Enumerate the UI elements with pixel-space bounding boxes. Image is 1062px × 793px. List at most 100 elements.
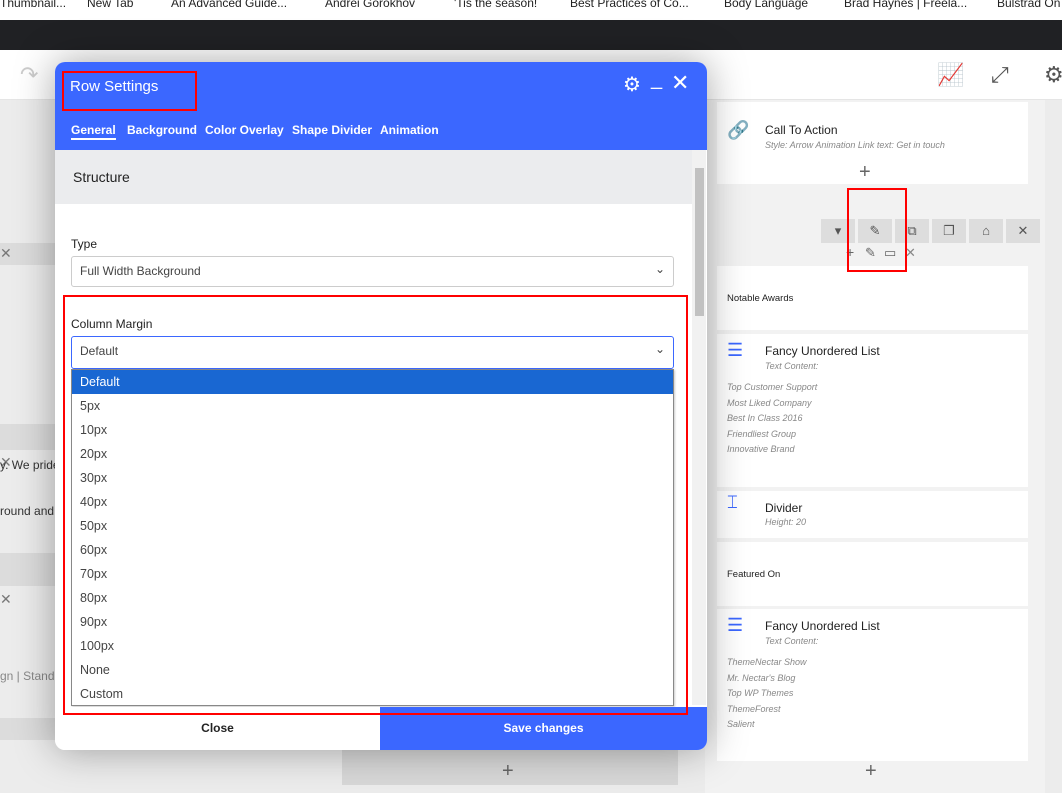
fullscreen-icon[interactable]: ⤢ [991, 62, 1009, 88]
list-items: ThemeNectar Show Mr. Nectar's Blog Top W… [727, 655, 807, 733]
section-header: Structure [55, 150, 692, 204]
edit-button[interactable]: ✎ [858, 219, 892, 243]
minimize-icon[interactable]: _ [651, 68, 662, 91]
add-icon[interactable]: + [502, 760, 514, 783]
presentation-icon[interactable]: 📈 [937, 62, 964, 88]
list-items: Top Customer Support Most Liked Company … [727, 380, 817, 458]
paste-button[interactable]: ⌂ [969, 219, 1003, 243]
save-changes-button[interactable]: Save changes [380, 707, 707, 750]
element-title: Fancy Unordered List [765, 344, 880, 358]
option-60px[interactable]: 60px [72, 538, 673, 562]
element-text[interactable]: Notable Awards [717, 266, 1028, 330]
option-none[interactable]: None [72, 658, 673, 682]
row-settings-modal: Row Settings ⚙ _ ✕ General Background Co… [55, 62, 707, 750]
text-fragment: y. We pride [0, 458, 60, 472]
delete-button[interactable]: ✕ [1006, 219, 1040, 243]
column-margin-select[interactable]: Default ⌄ [71, 336, 674, 369]
bookmark[interactable]: New Tab [87, 0, 133, 10]
list-item: Mr. Nectar's Blog [727, 672, 796, 683]
element-fancy-list[interactable]: ☰ Fancy Unordered List Text Content: The… [717, 609, 1028, 761]
column-margin-value: Default [80, 344, 119, 358]
chevron-down-icon: ⌄ [654, 342, 665, 356]
add-icon[interactable]: + [859, 161, 871, 184]
option-80px[interactable]: 80px [72, 586, 673, 610]
bookmarks-bar: Thumbnail... New Tab An Advanced Guide..… [0, 0, 1062, 20]
add-icon[interactable]: + [865, 760, 877, 783]
option-5px[interactable]: 5px [72, 394, 673, 418]
element-subtitle: Style: Arrow Animation Link text: Get in… [765, 140, 945, 150]
paste-icon[interactable]: ▭ [884, 245, 896, 261]
copy-button[interactable]: ⧉ [895, 219, 929, 243]
tab-general[interactable]: General [71, 123, 116, 140]
settings-icon[interactable]: ⚙ [1044, 62, 1062, 88]
list-item: ThemeNectar Show [727, 657, 807, 667]
option-30px[interactable]: 30px [72, 466, 673, 490]
add-icon[interactable]: + [846, 244, 854, 260]
text-fragment: gn | Standi [0, 669, 58, 683]
row-strip [0, 718, 60, 740]
list-item: Salient [727, 719, 755, 729]
element-fancy-list[interactable]: ☰ Fancy Unordered List Text Content: Top… [717, 334, 1028, 487]
option-100px[interactable]: 100px [72, 634, 673, 658]
bookmark[interactable]: Best Practices of Co... [570, 0, 689, 10]
bookmark[interactable]: Brad Haynes | Freela... [844, 0, 967, 10]
option-90px[interactable]: 90px [72, 610, 673, 634]
divider-icon: ⌶ [727, 492, 738, 512]
element-title: Fancy Unordered List [765, 619, 880, 633]
gear-icon[interactable]: ⚙ [623, 72, 641, 97]
chevron-down-icon: ⌄ [654, 262, 665, 276]
text-fragment: round and [0, 504, 55, 518]
option-10px[interactable]: 10px [72, 418, 673, 442]
row-strip [0, 424, 60, 450]
element-text-content: Featured On [727, 569, 781, 580]
bookmark[interactable]: Thumbnail... [0, 0, 66, 10]
column-margin-label: Column Margin [71, 317, 153, 331]
close-icon[interactable]: ✕ [0, 245, 12, 262]
option-20px[interactable]: 20px [72, 442, 673, 466]
bookmark[interactable]: 'Tis the season! [454, 0, 537, 10]
element-title: Call To Action [765, 123, 838, 137]
option-custom[interactable]: Custom [72, 682, 673, 706]
option-50px[interactable]: 50px [72, 514, 673, 538]
list-item: Innovative Brand [727, 444, 795, 454]
list-item: Top WP Themes [727, 688, 794, 698]
list-item: Friendliest Group [727, 428, 797, 439]
close-button[interactable]: Close [55, 707, 380, 750]
scrollbar-thumb[interactable] [695, 168, 704, 316]
edit-icon[interactable]: ✎ [865, 245, 876, 261]
list-icon: ☰ [727, 340, 744, 360]
row-strip [0, 553, 60, 586]
bookmark[interactable]: An Advanced Guide... [171, 0, 287, 10]
list-icon: ☰ [727, 615, 744, 635]
element-call-to-action[interactable]: 🔗 Call To Action Style: Arrow Animation … [717, 102, 1028, 184]
bookmark[interactable]: Andrei Gorokhov [325, 0, 415, 10]
close-icon[interactable]: ✕ [671, 70, 689, 96]
bookmark[interactable]: Bulstrad On [997, 0, 1060, 10]
tab-color-overlay[interactable]: Color Overlay [205, 123, 284, 137]
list-item: ThemeForest [727, 703, 781, 714]
type-label: Type [71, 237, 98, 251]
option-40px[interactable]: 40px [72, 490, 673, 514]
section-title: Structure [73, 169, 130, 185]
type-select[interactable]: Full Width Background ⌄ [71, 256, 674, 287]
close-icon[interactable]: ✕ [0, 591, 12, 608]
option-70px[interactable]: 70px [72, 562, 673, 586]
tab-background[interactable]: Background [127, 123, 197, 137]
tab-shape-divider[interactable]: Shape Divider [292, 123, 372, 137]
redo-icon[interactable]: ↷ [20, 62, 38, 88]
duplicate-button[interactable]: ❐ [932, 219, 966, 243]
element-subtitle: Text Content: [765, 636, 819, 646]
dropdown-button[interactable]: ▾ [821, 219, 855, 243]
option-default[interactable]: Default [72, 370, 673, 394]
element-divider[interactable]: ⌶ Divider Height: 20 [717, 491, 1028, 538]
element-text[interactable]: Featured On [717, 542, 1028, 606]
type-value: Full Width Background [80, 264, 201, 278]
scrollbar[interactable] [692, 150, 706, 705]
column-margin-dropdown: Default 5px 10px 20px 30px 40px 50px 60p… [71, 369, 674, 706]
bookmark[interactable]: Body Language [724, 0, 808, 10]
modal-title: Row Settings [70, 78, 159, 95]
close-icon[interactable]: ✕ [905, 245, 916, 261]
element-subtitle: Text Content: [765, 361, 819, 371]
element-subtitle: Height: 20 [765, 517, 807, 527]
tab-animation[interactable]: Animation [380, 123, 439, 137]
